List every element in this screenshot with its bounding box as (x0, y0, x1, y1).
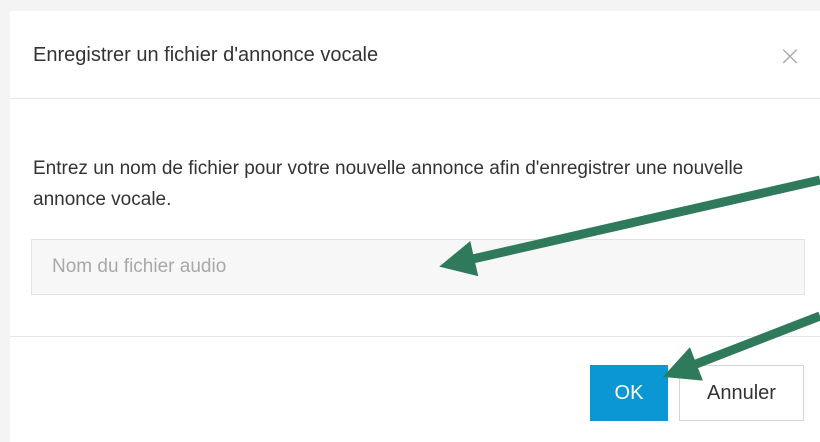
dialog-footer: OK Annuler (10, 337, 820, 442)
dialog-header: Enregistrer un fichier d'annonce vocale … (10, 11, 820, 99)
close-icon[interactable]: × (778, 42, 802, 70)
dialog-description: Entrez un nom de fichier pour votre nouv… (33, 158, 744, 210)
cancel-button[interactable]: Annuler (679, 365, 804, 421)
save-voice-announcement-dialog: Enregistrer un fichier d'annonce vocale … (10, 11, 820, 442)
audio-filename-input[interactable] (31, 239, 805, 295)
dialog-title: Enregistrer un fichier d'annonce vocale (33, 44, 379, 66)
ok-button[interactable]: OK (590, 365, 668, 421)
dialog-body: Entrez un nom de fichier pour votre nouv… (10, 99, 820, 337)
